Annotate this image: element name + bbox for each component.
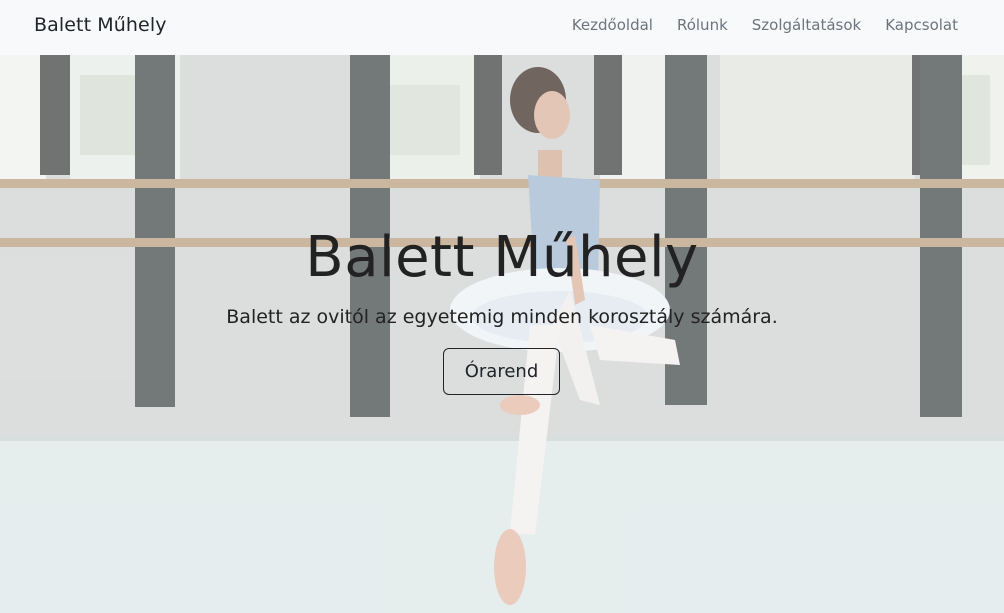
nav-link-contact[interactable]: Kapcsolat <box>885 16 958 34</box>
hero-overlay <box>0 55 1004 613</box>
nav-links: Kezdőoldal Rólunk Szolgáltatások Kapcsol… <box>548 16 958 34</box>
top-navbar: Balett Műhely Kezdőoldal Rólunk Szolgált… <box>0 0 1004 55</box>
nav-link-services[interactable]: Szolgáltatások <box>752 16 861 34</box>
nav-link-about[interactable]: Rólunk <box>677 16 728 34</box>
nav-link-home[interactable]: Kezdőoldal <box>572 16 653 34</box>
hero-title: Balett Műhely <box>305 225 699 290</box>
schedule-button[interactable]: Órarend <box>443 348 560 395</box>
navbar-brand[interactable]: Balett Műhely <box>34 14 167 36</box>
hero-section: Balett Műhely Balett az ovitól az egyete… <box>0 55 1004 613</box>
hero-subtitle: Balett az ovitól az egyetemig minden kor… <box>226 306 778 328</box>
